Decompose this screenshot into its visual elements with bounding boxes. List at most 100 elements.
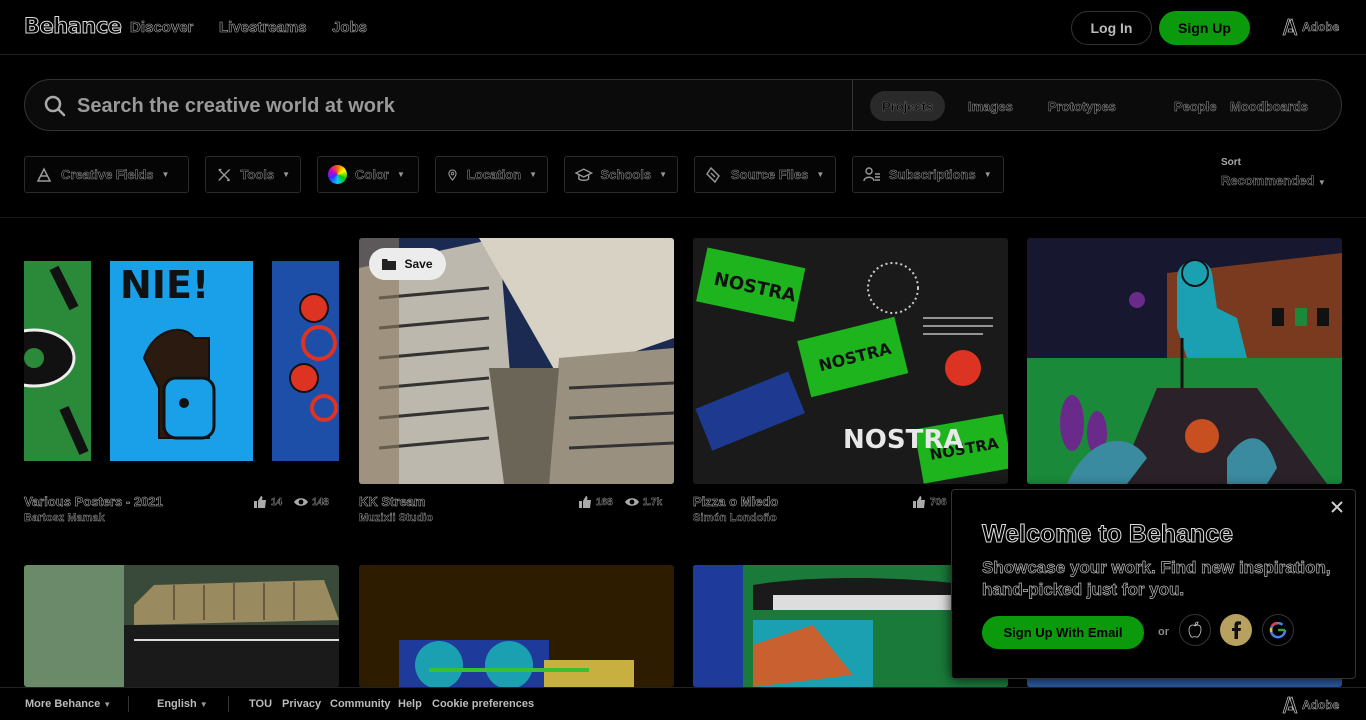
- project-title[interactable]: Various Posters - 2021: [24, 494, 163, 510]
- chevron-down-icon: ▼: [983, 170, 992, 179]
- behance-logo[interactable]: Behance: [24, 14, 123, 39]
- project-title[interactable]: KK Stream: [359, 494, 426, 510]
- footer: More Behance ▼ English ▼ TOU Privacy Com…: [0, 687, 1366, 720]
- likes-count: 14: [271, 496, 283, 508]
- project-thumbnail[interactable]: [359, 565, 674, 687]
- filter-label: Schools: [600, 167, 652, 183]
- project-owner[interactable]: Muzixii Studio: [359, 512, 433, 524]
- likes-count: 706: [930, 496, 947, 508]
- footer-link-help[interactable]: Help: [398, 698, 422, 710]
- footer-link-cookies[interactable]: Cookie preferences: [432, 698, 534, 710]
- apple-icon: [1188, 621, 1202, 638]
- eye-icon: [624, 498, 639, 506]
- project-image: NIE!: [24, 261, 339, 461]
- filter-label: Tools: [240, 167, 275, 183]
- project-thumbnail[interactable]: NOSTRA NOSTRA NOSTRA NOSTRA: [693, 238, 1008, 484]
- tab-prototypes[interactable]: Prototypes: [1036, 91, 1128, 121]
- folder-icon: [382, 259, 397, 270]
- chevron-down-icon: ▼: [161, 170, 170, 179]
- section-divider: [0, 217, 1366, 218]
- filter-location[interactable]: Location ▼: [435, 156, 548, 193]
- views-count: 1.7k: [642, 496, 663, 508]
- schools-icon: [575, 167, 593, 181]
- project-thumbnail[interactable]: Save: [359, 238, 674, 484]
- welcome-title: Welcome to Behance: [981, 520, 1234, 549]
- chevron-down-icon: ▼: [529, 170, 537, 179]
- project-owner[interactable]: Simón Londoño: [693, 512, 777, 524]
- welcome-dialog: Welcome to Behance Showcase your work. F…: [951, 489, 1356, 679]
- save-button[interactable]: Save: [369, 248, 446, 280]
- nav-jobs[interactable]: Jobs: [332, 19, 368, 37]
- filter-color[interactable]: Color ▼: [317, 156, 419, 193]
- tab-moodboards[interactable]: Moodboards: [1218, 91, 1320, 121]
- search-icon: [44, 95, 66, 117]
- project-image: [359, 565, 674, 687]
- facebook-icon: [1232, 621, 1241, 639]
- tools-icon: [218, 168, 231, 181]
- chevron-down-icon: ▼: [659, 170, 667, 179]
- tab-projects[interactable]: Projects: [870, 91, 946, 121]
- creative-fields-icon: [36, 166, 52, 182]
- signup-email-button[interactable]: Sign Up With Email: [982, 616, 1144, 649]
- sort-value: Recommended: [1221, 173, 1315, 189]
- footer-divider: [128, 696, 129, 712]
- filter-creative-fields[interactable]: Creative Fields ▼: [24, 156, 189, 193]
- svg-text:NOSTRA: NOSTRA: [843, 425, 963, 455]
- adobe-label: Adobe: [1302, 698, 1340, 713]
- project-stats: 168 1.7k: [578, 495, 662, 509]
- google-signin-button[interactable]: [1262, 614, 1294, 646]
- location-icon: [448, 168, 457, 181]
- filter-schools[interactable]: Schools ▼: [564, 156, 678, 193]
- close-icon[interactable]: [1330, 500, 1344, 514]
- views-count: 148: [312, 496, 329, 508]
- source-files-icon: [706, 166, 720, 183]
- nav-livestreams[interactable]: Livestreams: [219, 19, 307, 37]
- thumbs-up-icon: [254, 496, 266, 508]
- footer-link-privacy[interactable]: Privacy: [282, 698, 321, 710]
- eye-icon: [294, 498, 309, 506]
- project-title[interactable]: Pizza o Miedo: [693, 494, 779, 510]
- chevron-down-icon: ▼: [396, 170, 405, 179]
- footer-adobe-link[interactable]: Adobe: [1282, 696, 1340, 714]
- project-thumbnail[interactable]: NIE!: [24, 238, 339, 484]
- adobe-icon: [1282, 18, 1298, 36]
- adobe-label: Adobe: [1302, 20, 1340, 35]
- thumbs-up-icon: [579, 496, 591, 508]
- chevron-down-icon: ▼: [816, 170, 825, 179]
- footer-link-tou[interactable]: TOU: [249, 698, 272, 710]
- adobe-link[interactable]: Adobe: [1282, 18, 1340, 36]
- likes-count: 168: [596, 496, 613, 508]
- more-behance-dropdown[interactable]: More Behance ▼: [25, 698, 111, 710]
- tab-images[interactable]: Images: [956, 91, 1025, 121]
- filter-subscriptions[interactable]: Subscriptions ▼: [852, 156, 1004, 193]
- search-divider: [852, 80, 853, 130]
- apple-signin-button[interactable]: [1179, 614, 1211, 646]
- login-button[interactable]: Log In: [1071, 11, 1152, 45]
- project-thumbnail[interactable]: [1027, 238, 1342, 484]
- project-thumbnail[interactable]: [24, 565, 339, 687]
- facebook-signin-button[interactable]: [1220, 614, 1252, 646]
- thumbs-up-icon: [913, 496, 925, 508]
- filter-tools[interactable]: Tools ▼: [205, 156, 301, 193]
- language-label: English: [157, 698, 197, 710]
- search-input[interactable]: [77, 91, 837, 121]
- language-dropdown[interactable]: English ▼: [157, 698, 208, 710]
- footer-link-community[interactable]: Community: [330, 698, 391, 710]
- google-icon: [1269, 621, 1287, 639]
- chevron-down-icon: ▼: [282, 170, 290, 179]
- signup-button[interactable]: Sign Up: [1159, 11, 1250, 45]
- project-image: [1027, 238, 1342, 484]
- project-image: [24, 565, 339, 687]
- filter-label: Creative Fields: [61, 167, 154, 183]
- search-bar: Projects Images Prototypes People Moodbo…: [24, 79, 1342, 131]
- nav-discover[interactable]: Discover: [130, 19, 194, 37]
- filter-label: Location: [466, 167, 522, 183]
- filter-label: Source Files: [731, 167, 809, 183]
- filter-label: Subscriptions: [889, 167, 976, 183]
- project-owner[interactable]: Bartosz Mamak: [24, 512, 105, 524]
- filter-source-files[interactable]: Source Files ▼: [694, 156, 836, 193]
- chevron-down-icon: ▼: [199, 700, 208, 709]
- sort-dropdown[interactable]: Recommended ▼: [1221, 173, 1326, 189]
- welcome-text: Showcase your work. Find new inspiration…: [982, 558, 1331, 600]
- adobe-icon: [1282, 696, 1298, 714]
